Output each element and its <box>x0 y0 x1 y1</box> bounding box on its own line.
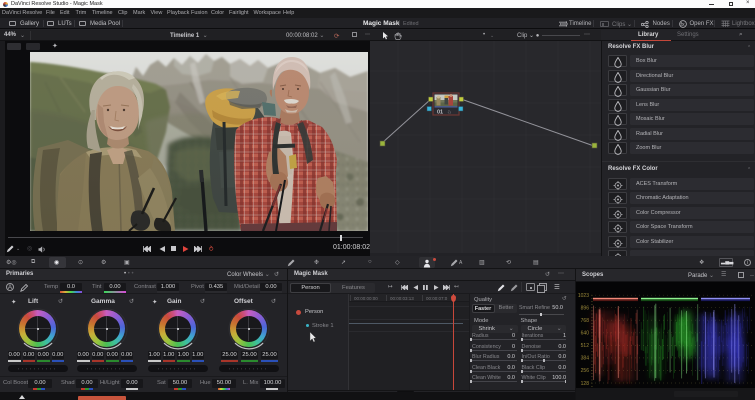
svg-text:128: 128 <box>581 381 590 387</box>
svg-text:896: 896 <box>581 306 590 312</box>
svg-text:1023: 1023 <box>578 293 589 299</box>
svg-text:512: 512 <box>581 343 590 349</box>
svg-text:fx: fx <box>680 22 685 28</box>
svg-text:♘: ♘ <box>447 110 451 116</box>
svg-text:256: 256 <box>581 368 590 374</box>
svg-text:768: 768 <box>581 318 590 324</box>
svg-text:384: 384 <box>581 356 590 362</box>
svg-text:640: 640 <box>581 331 590 337</box>
svg-text:01: 01 <box>437 110 443 116</box>
